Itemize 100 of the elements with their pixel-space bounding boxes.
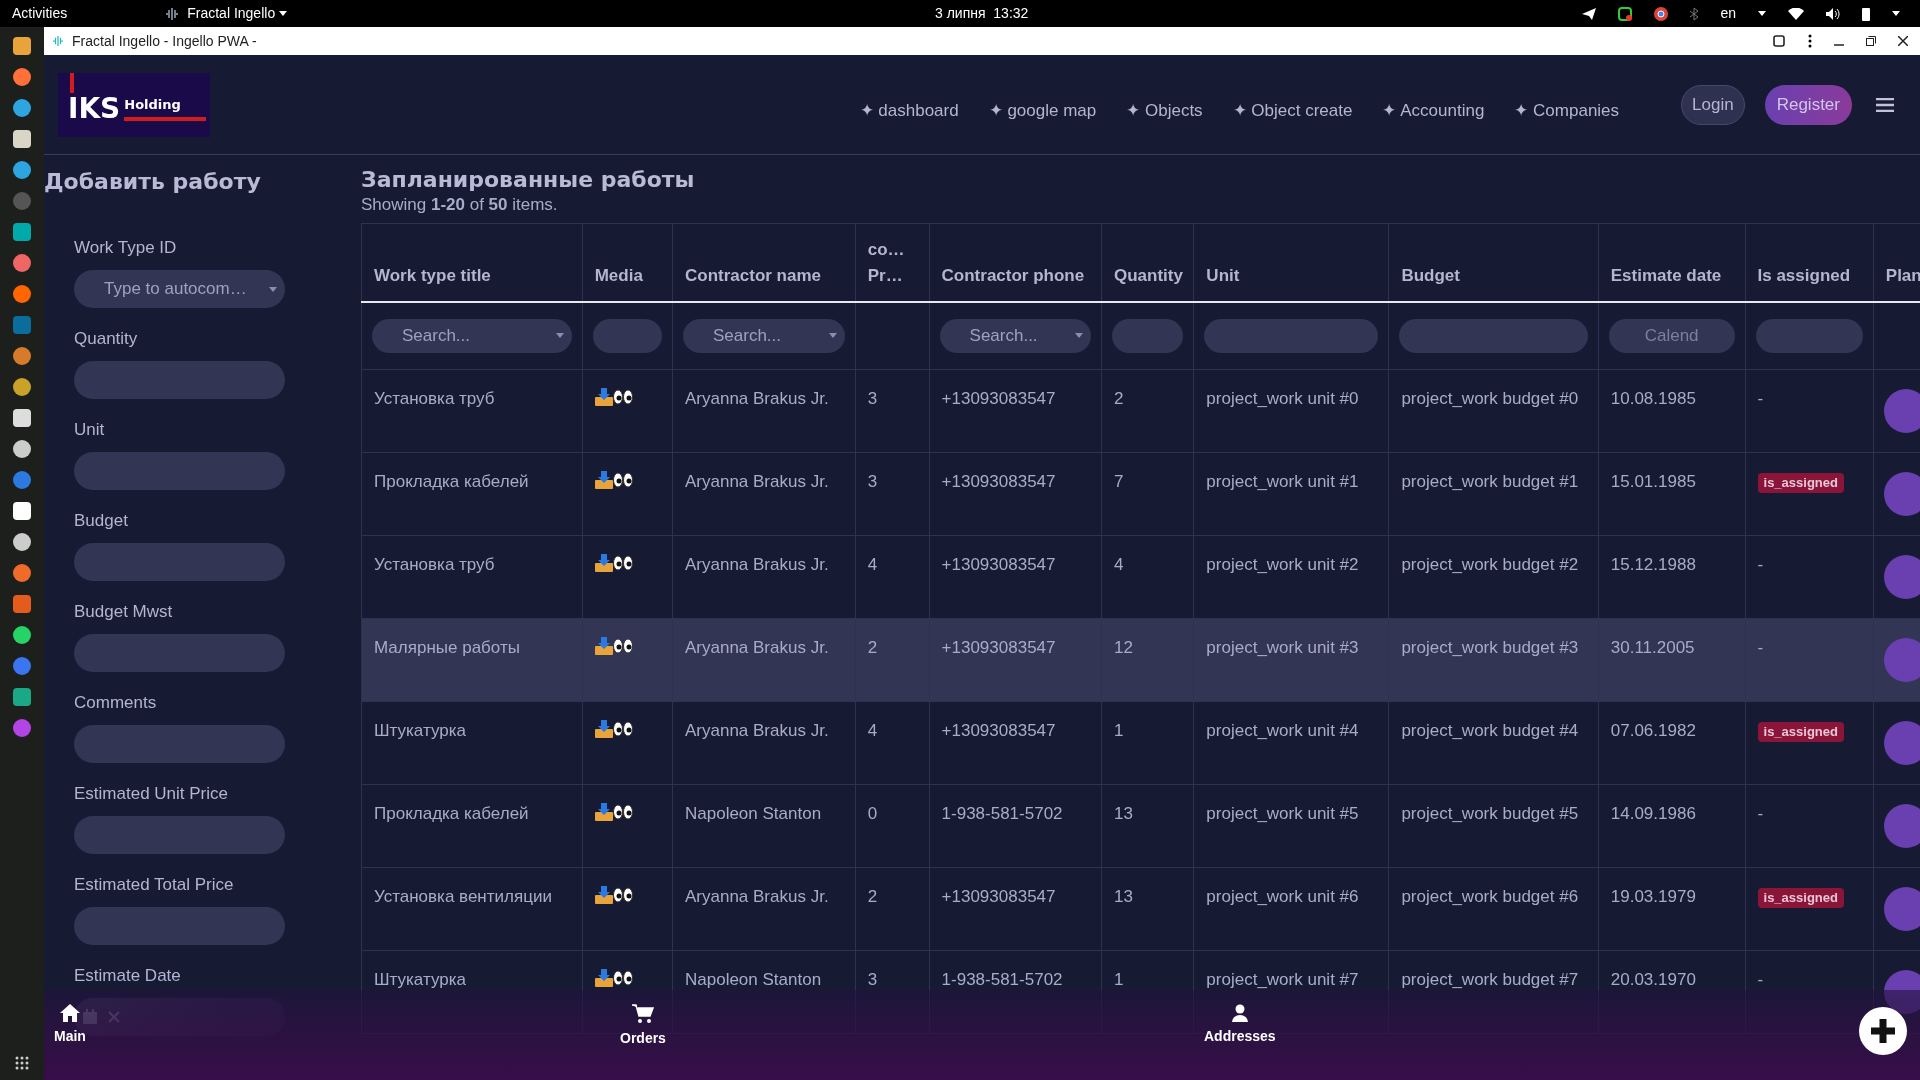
home-icon[interactable] [59,1004,80,1022]
plan-button[interactable] [1883,804,1920,848]
app-icon[interactable] [11,407,33,429]
app-icon[interactable] [11,221,33,243]
activities-button[interactable]: Activities [12,3,68,24]
field-label: Unit [74,420,105,440]
table-row[interactable]: Установка труб Aryanna Brakus Jr. 3 +13093083547 2 project_work unit #0 project_work budget #0 10.08.1985 - [361,369,1920,453]
filter-field[interactable] [592,318,662,353]
results-summary: Showing 1-20 of 50 items. [361,195,559,215]
eyes-icon[interactable] [612,638,633,654]
filter-field[interactable] [1755,318,1863,353]
input-field[interactable] [74,452,285,490]
app-icon[interactable] [11,35,33,57]
wifi-icon[interactable] [1788,7,1804,20]
search-filter[interactable]: Search... [372,318,572,353]
plan-button[interactable] [1883,721,1920,765]
download-icon[interactable] [594,886,613,904]
field-label: Quantity [74,329,138,349]
plan-button[interactable] [1883,555,1920,599]
table-row[interactable]: Малярные работы Aryanna Brakus Jr. 2 +13093083547 12 project_work unit #3 project_work budget #3 30.11.2005 - [361,618,1920,702]
input-field[interactable] [74,361,285,399]
bottom-nav-item[interactable]: Main [54,1004,86,1047]
table-cell: project_work unit #1 [1206,472,1359,491]
table-row[interactable]: Установка вентиляции Aryanna Brakus Jr. 2 +13093083547 13 project_work unit #6 project_work budget #6 19.03.1979 is_assigned [361,867,1920,951]
download-icon[interactable] [594,969,613,987]
app-icon[interactable] [11,128,33,150]
add-button[interactable] [1858,1006,1908,1056]
bluetooth-icon[interactable] [1690,6,1699,21]
app-icon[interactable] [11,531,33,553]
volume-icon[interactable] [1826,7,1840,20]
app-icon[interactable] [11,376,33,398]
eyes-icon[interactable] [612,555,633,571]
nav-link[interactable]: ✦ Object create [1232,97,1353,124]
download-icon[interactable] [594,388,613,406]
download-icon[interactable] [594,554,613,572]
app-icon[interactable] [11,159,33,181]
table-row[interactable]: Прокладка кабелей Aryanna Brakus Jr. 3 +13093083547 7 project_work unit #1 project_work budget #1 15.01.1985 is_assigned [361,452,1920,536]
eyes-icon[interactable] [612,804,633,820]
register-button[interactable]: Register [1764,84,1852,125]
eyes-icon[interactable] [612,389,633,405]
restore-icon[interactable] [1866,36,1876,46]
filter-field[interactable] [1399,318,1588,353]
caret-icon [1075,333,1083,339]
input-field[interactable] [74,543,285,581]
nav-link[interactable]: ✦ Companies [1514,97,1620,124]
download-icon[interactable] [594,471,613,489]
app-icon[interactable] [11,500,33,522]
plan-button[interactable] [1883,887,1920,931]
app-menu[interactable]: Fractal Ingello [187,3,276,24]
input-field[interactable] [74,816,285,854]
nav-link[interactable]: ✦ Accounting [1382,97,1485,124]
table-cell: 30.11.2005 [1610,638,1695,657]
app-icon[interactable] [11,438,33,460]
download-icon[interactable] [594,720,613,738]
plan-button[interactable] [1883,472,1920,516]
nav-link[interactable]: ✦ google map [988,97,1097,124]
apps-grid-icon[interactable] [15,1056,29,1070]
tray-icon[interactable] [1618,6,1633,21]
table-row[interactable]: Штукатурка Aryanna Brakus Jr. 4 +13093083547 1 project_work unit #4 project_work budget #4 07.06.1982 is_assigned [361,701,1920,785]
language-menu[interactable]: en [1720,3,1736,24]
table-cell: 3 [867,389,878,408]
filter-field[interactable] [1204,318,1379,353]
app-icon[interactable] [11,66,33,88]
browser-icon[interactable] [1654,6,1669,21]
more-icon[interactable] [1808,34,1812,48]
app-icon[interactable] [11,624,33,646]
input-field[interactable] [74,907,285,945]
close-icon[interactable] [1898,36,1908,46]
table-row[interactable]: Прокладка кабелей Napoleon Stanton 0 1-938-581-5702 13 project_work unit #5 project_work budget #5 14.09.1986 - [361,784,1920,868]
plan-button[interactable] [1883,389,1920,433]
search-filter[interactable]: Search... [939,318,1091,353]
table-cell: 0 [867,804,878,823]
person-icon[interactable] [1231,1004,1248,1022]
input-field[interactable] [74,725,285,763]
table-cell: Малярные работы [374,638,520,657]
nav-link[interactable]: ✦ dashboard [859,97,959,124]
table-row[interactable]: Установка труб Aryanna Brakus Jr. 4 +13093083547 4 project_work unit #2 project_work budget #2 15.12.1988 - [361,535,1920,619]
search-filter[interactable]: Search... [683,318,845,353]
eyes-icon[interactable] [612,472,633,488]
extension-icon[interactable] [1772,34,1786,48]
input-field[interactable] [74,634,285,672]
table-cell: 2 [867,638,878,657]
clock[interactable]: 3 липня 13:32 [935,3,1029,24]
send-icon[interactable] [1582,7,1597,20]
filter-field[interactable] [1112,318,1184,353]
menu-icon[interactable] [1876,97,1894,112]
login-button[interactable]: Login [1681,84,1745,125]
cart-icon[interactable] [631,1004,654,1024]
table-cell: 3 [867,472,878,491]
eyes-icon[interactable] [612,970,633,986]
app-icon[interactable] [11,283,33,305]
nav-link[interactable]: ✦ Objects [1126,97,1203,124]
download-icon[interactable] [594,803,613,821]
table-cell: - [1757,970,1764,989]
battery-icon[interactable] [1862,6,1870,21]
autocomplete-field[interactable]: Type to autocom… [74,270,285,308]
app-icon[interactable] [11,97,33,119]
eyes-icon[interactable] [612,721,633,737]
eyes-icon[interactable] [612,887,633,903]
download-icon[interactable] [594,637,613,655]
